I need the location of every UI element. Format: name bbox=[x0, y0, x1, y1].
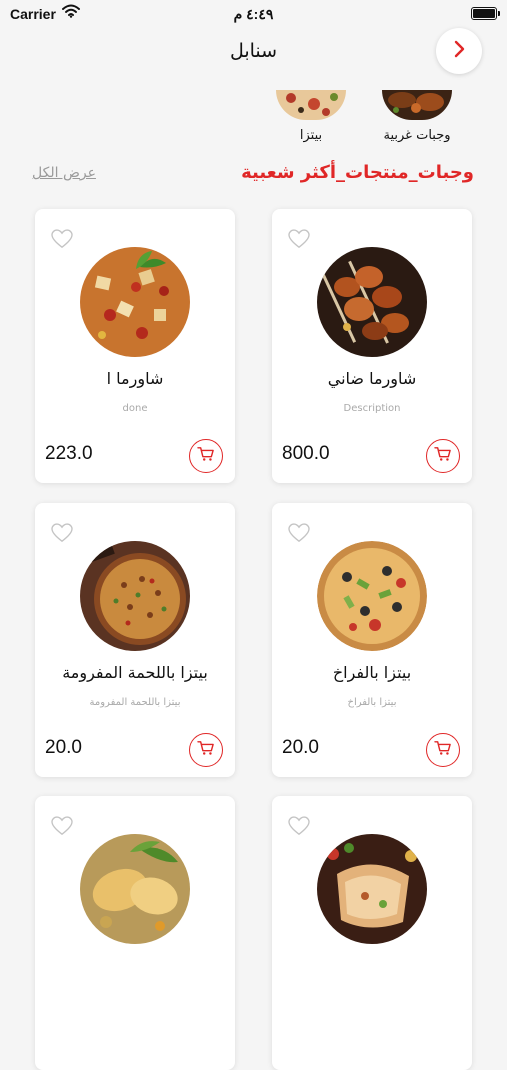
heart-icon[interactable] bbox=[51, 523, 73, 547]
clock: ٤:٤٩ م bbox=[233, 6, 274, 22]
section-title: وجبات_منتجات_أكثر شعبية bbox=[241, 162, 474, 183]
add-to-cart-button[interactable] bbox=[189, 733, 223, 767]
category-image bbox=[382, 90, 452, 120]
heart-icon[interactable] bbox=[288, 816, 310, 840]
product-description: بيتزا بالفراخ bbox=[347, 697, 397, 708]
product-image bbox=[80, 541, 190, 651]
product-description: بيتزا باللحمة المفرومة bbox=[89, 697, 181, 708]
product-image bbox=[80, 834, 190, 944]
product-card[interactable]: بيتزا بالفراخ بيتزا بالفراخ 20.0 bbox=[272, 503, 472, 777]
product-image bbox=[317, 541, 427, 651]
nav-bar: سنابل bbox=[0, 28, 507, 78]
cart-icon bbox=[197, 740, 215, 760]
category-label: وجبات غربية bbox=[383, 128, 451, 143]
chevron-right-icon bbox=[452, 40, 466, 62]
product-price: 20.0 bbox=[45, 737, 82, 758]
category-strip: وجبات غربية بيتزا bbox=[0, 90, 507, 150]
cart-icon bbox=[434, 446, 452, 466]
category-item-western-meals[interactable]: وجبات غربية bbox=[372, 90, 462, 143]
product-name: شاورما ا bbox=[106, 369, 164, 388]
category-label: بيتزا bbox=[299, 128, 323, 143]
add-to-cart-button[interactable] bbox=[189, 439, 223, 473]
product-name: شاورما ضاني bbox=[327, 369, 417, 388]
product-price: 20.0 bbox=[282, 737, 319, 758]
status-bar: Carrier ٤:٤٩ م bbox=[0, 0, 507, 28]
product-image bbox=[317, 834, 427, 944]
page-title: سنابل bbox=[229, 40, 278, 62]
heart-icon[interactable] bbox=[51, 229, 73, 253]
product-description: done bbox=[122, 403, 148, 414]
product-price: 223.0 bbox=[45, 443, 93, 464]
product-price: 800.0 bbox=[282, 443, 330, 464]
see-all-link[interactable]: عرض الكل bbox=[32, 165, 96, 181]
product-card[interactable] bbox=[272, 796, 472, 1070]
cart-icon bbox=[197, 446, 215, 466]
product-card[interactable]: شاورما ا done 223.0 bbox=[35, 209, 235, 483]
product-image bbox=[317, 247, 427, 357]
category-item-pizza[interactable]: بيتزا bbox=[266, 90, 356, 143]
heart-icon[interactable] bbox=[288, 523, 310, 547]
product-image bbox=[80, 247, 190, 357]
cart-icon bbox=[434, 740, 452, 760]
product-card[interactable]: شاورما ضاني Description 800.0 bbox=[272, 209, 472, 483]
back-button[interactable] bbox=[436, 28, 482, 74]
product-name: بيتزا باللحمة المفرومة bbox=[62, 663, 208, 682]
add-to-cart-button[interactable] bbox=[426, 439, 460, 473]
heart-icon[interactable] bbox=[51, 816, 73, 840]
battery-icon bbox=[471, 7, 500, 20]
category-image bbox=[276, 90, 346, 120]
product-name: بيتزا بالفراخ bbox=[332, 663, 412, 682]
product-card[interactable]: بيتزا باللحمة المفرومة بيتزا باللحمة الم… bbox=[35, 503, 235, 777]
product-card[interactable] bbox=[35, 796, 235, 1070]
product-description: Description bbox=[343, 403, 401, 414]
heart-icon[interactable] bbox=[288, 229, 310, 253]
add-to-cart-button[interactable] bbox=[426, 733, 460, 767]
